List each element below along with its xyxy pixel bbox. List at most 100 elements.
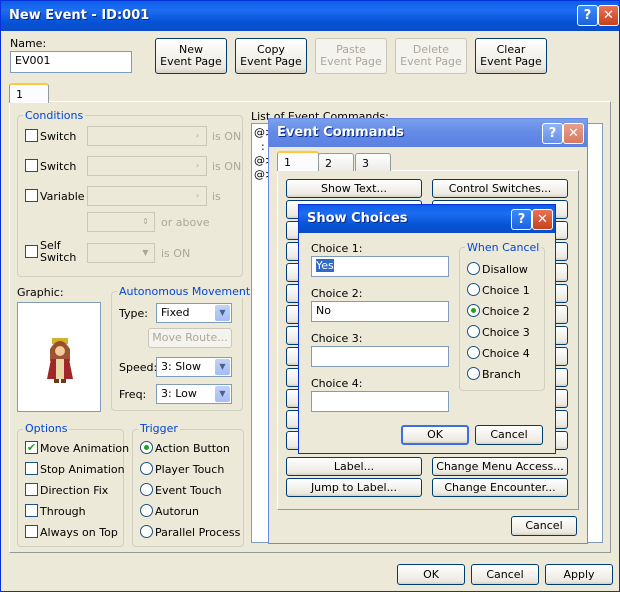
speed-value: 3: Slow — [161, 360, 201, 373]
variable-value-stepper[interactable]: ⇕ — [87, 212, 155, 232]
name-field[interactable]: EV001 — [10, 51, 132, 73]
close-button[interactable]: ✕ — [532, 209, 553, 230]
show-text-button[interactable]: Show Text... — [286, 179, 422, 198]
help-button[interactable]: ? — [511, 209, 532, 230]
move-route-button[interactable]: Move Route... — [148, 328, 232, 348]
cancel-button[interactable]: Cancel — [471, 564, 539, 585]
switch1-label: Switch — [40, 130, 77, 143]
event-commands-title-bar: Event Commands — [269, 119, 587, 147]
chevron-down-icon[interactable]: ▼ — [215, 386, 230, 402]
graphic-preview[interactable] — [17, 302, 101, 412]
variable-label: Variable — [40, 190, 85, 203]
change-encounter-button[interactable]: Change Encounter... — [432, 478, 568, 497]
choice2-field[interactable]: No — [311, 301, 449, 322]
close-button[interactable]: ✕ — [598, 5, 619, 26]
help-button[interactable]: ? — [542, 123, 563, 144]
control-switches-button[interactable]: Control Switches... — [432, 179, 568, 198]
change-menu-access-button[interactable]: Change Menu Access... — [432, 457, 568, 476]
switch1-select[interactable]: › — [87, 126, 207, 146]
variable-is: is — [212, 190, 221, 203]
chevron-down-icon[interactable]: ▼ — [215, 305, 230, 321]
trigger-label: Event Touch — [155, 484, 222, 497]
option-checkbox[interactable] — [25, 483, 38, 496]
when-cancel-label: Choice 1 — [482, 284, 530, 297]
copy-event-page-button[interactable]: Copy Event Page — [235, 38, 307, 74]
trigger-radio[interactable] — [140, 483, 153, 496]
show-choices-window: Show Choices ? ✕ Choice 1: Yes Choice 2:… — [298, 204, 556, 454]
window-title: New Event - ID:001 — [9, 8, 150, 23]
option-checkbox[interactable] — [25, 525, 38, 538]
type-select[interactable]: Fixed ▼ — [156, 303, 232, 323]
self-switch-checkbox[interactable] — [25, 245, 38, 258]
trigger-label: Player Touch — [155, 463, 225, 476]
new-event-page-button[interactable]: New Event Page — [155, 38, 227, 74]
event-commands-title: Event Commands — [277, 125, 404, 140]
tab-commands-3[interactable]: 3 — [355, 153, 391, 171]
delete-event-page-button[interactable]: Delete Event Page — [395, 38, 467, 74]
when-cancel-radio[interactable] — [467, 262, 480, 275]
choice2-label: Choice 2: — [311, 287, 363, 300]
label-button[interactable]: Label... — [286, 457, 422, 476]
arrow-right-icon: › — [190, 158, 205, 174]
tab-commands-1[interactable]: 1 — [277, 151, 319, 171]
trigger-radio[interactable] — [140, 504, 153, 517]
name-label: Name: — [10, 37, 47, 50]
list-row[interactable]: : — [254, 140, 265, 153]
speed-select[interactable]: 3: Slow ▼ — [156, 357, 232, 377]
graphic-label: Graphic: — [17, 286, 64, 299]
or-above-label: or above — [161, 216, 210, 229]
option-checkbox[interactable] — [25, 462, 38, 475]
chevron-down-icon[interactable]: ▼ — [215, 359, 230, 375]
when-cancel-radio[interactable] — [467, 325, 480, 338]
tab-commands-2[interactable]: 2 — [318, 153, 354, 171]
trigger-radio[interactable] — [140, 441, 153, 454]
choice1-value: Yes — [316, 259, 334, 272]
autonomous-movement-title: Autonomous Movement — [117, 285, 253, 298]
help-button[interactable]: ? — [577, 5, 598, 26]
switch2-label: Switch — [40, 160, 77, 173]
clear-event-page-button[interactable]: Clear Event Page — [475, 38, 547, 74]
variable-checkbox[interactable] — [25, 189, 38, 202]
type-label: Type: — [119, 307, 148, 320]
switch2-select[interactable]: › — [87, 156, 207, 176]
trigger-title: Trigger — [138, 422, 180, 435]
when-cancel-radio[interactable] — [467, 367, 480, 380]
self-switch-is-on: is ON — [161, 247, 191, 260]
when-cancel-label: Choice 2 — [482, 305, 530, 318]
when-cancel-radio[interactable] — [467, 283, 480, 296]
switch2-checkbox[interactable] — [25, 159, 38, 172]
self-switch-select[interactable]: ▼ — [87, 243, 155, 263]
speed-label: Speed: — [119, 361, 158, 374]
when-cancel-radio[interactable] — [467, 346, 480, 359]
jump-to-label-button[interactable]: Jump to Label... — [286, 478, 422, 497]
trigger-label: Action Button — [155, 442, 230, 455]
chevron-down-icon: ▼ — [138, 245, 153, 261]
close-button[interactable]: ✕ — [563, 123, 584, 144]
switch1-checkbox[interactable] — [25, 129, 38, 142]
choices-cancel-button[interactable]: Cancel — [475, 425, 543, 445]
switch2-is-on: is ON — [212, 160, 242, 173]
commands-cancel-button[interactable]: Cancel — [511, 516, 577, 536]
tab-page-1[interactable]: 1 — [9, 83, 49, 103]
choice3-field[interactable] — [311, 346, 449, 367]
choice1-field[interactable]: Yes — [311, 256, 449, 277]
option-label: Move Animation — [40, 442, 130, 455]
variable-select[interactable]: › — [87, 186, 207, 206]
option-label: Stop Animation — [40, 463, 125, 476]
ok-button[interactable]: OK — [397, 564, 465, 585]
choices-ok-button[interactable]: OK — [401, 425, 469, 445]
trigger-radio[interactable] — [140, 462, 153, 475]
option-checkbox[interactable]: ✔ — [25, 441, 38, 454]
option-checkbox[interactable] — [25, 504, 38, 517]
trigger-radio[interactable] — [140, 525, 153, 538]
when-cancel-radio[interactable] — [467, 304, 480, 317]
type-value: Fixed — [161, 306, 190, 319]
freq-select[interactable]: 3: Low ▼ — [156, 384, 232, 404]
option-label: Direction Fix — [40, 484, 109, 497]
title-bar: New Event - ID:001 — [1, 1, 619, 31]
paste-event-page-button[interactable]: Paste Event Page — [315, 38, 387, 74]
apply-button[interactable]: Apply — [545, 564, 613, 585]
character-sprite-icon — [47, 338, 73, 383]
choice4-field[interactable] — [311, 391, 449, 412]
when-cancel-title: When Cancel — [465, 241, 542, 254]
